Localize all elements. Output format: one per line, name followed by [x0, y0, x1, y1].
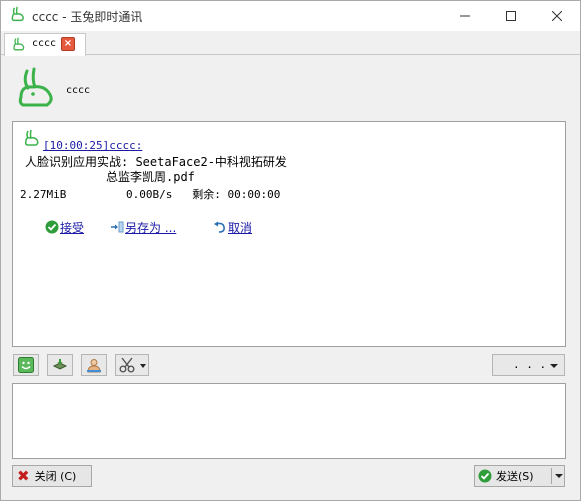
chevron-down-icon[interactable] — [555, 474, 563, 478]
rabbit-logo-icon — [13, 37, 25, 51]
contact-name: cccc — [66, 85, 91, 96]
tab-close-button[interactable]: × — [61, 37, 75, 51]
rabbit-logo-icon — [24, 129, 39, 146]
undo-icon — [214, 221, 225, 233]
maximize-icon — [506, 11, 516, 21]
scissors-icon — [119, 357, 135, 373]
send-image-button[interactable] — [81, 354, 107, 376]
message-input[interactable] — [12, 383, 566, 459]
maximize-button[interactable] — [488, 1, 534, 31]
smiley-icon — [18, 357, 34, 373]
file-name-line1: 人脸识别应用实战: SeetaFace2-中科视拓研发 — [25, 155, 287, 169]
window-title: cccc - 玉兔即时通讯 — [32, 10, 143, 24]
close-window-button[interactable] — [534, 1, 580, 31]
close-x-icon: ✖ — [17, 467, 30, 485]
message-history[interactable]: [10:00:25]cccc: 人脸识别应用实战: SeetaFace2-中科视… — [12, 121, 566, 347]
file-transfer-stats: 2.27MiB 0.00B/s 剩余: 00:00:00 — [20, 186, 280, 202]
chevron-down-icon — [550, 364, 558, 368]
rabbit-avatar-icon — [18, 67, 53, 107]
save-as-link[interactable]: 另存为 ... — [110, 217, 176, 237]
image-icon — [87, 359, 101, 373]
send-separator — [551, 468, 552, 484]
tab-strip: cccc × — [1, 31, 580, 56]
title-bar: cccc - 玉兔即时通讯 — [1, 1, 580, 31]
shake-window-icon — [52, 359, 68, 370]
close-icon — [552, 11, 562, 21]
transfer-speed: 0.00B/s — [125, 188, 173, 201]
send-button[interactable]: 发送(S) — [474, 465, 565, 487]
check-icon — [45, 220, 59, 234]
chat-window: cccc - 玉兔即时通讯 cccc × cccc [10:00:25]cccc… — [0, 0, 581, 501]
tab-cccc[interactable]: cccc × — [4, 33, 86, 56]
accept-label: 接受 — [60, 220, 85, 235]
file-name-line2: 总监李凯周.pdf — [106, 170, 195, 184]
close-button[interactable]: ✖ 关闭 (C) — [12, 465, 92, 487]
tab-label: cccc — [32, 38, 57, 49]
screenshot-button[interactable] — [115, 354, 149, 376]
file-size: 2.27MiB — [20, 188, 67, 201]
accept-link[interactable]: 接受 — [45, 217, 84, 237]
save-arrow-icon — [111, 221, 124, 233]
send-button-label: 发送(S) — [496, 470, 534, 483]
minimize-button[interactable] — [442, 1, 488, 31]
save-as-label: 另存为 ... — [125, 220, 177, 235]
file-name: 人脸识别应用实战: SeetaFace2-中科视拓研发 总监李凯周.pdf — [25, 155, 325, 185]
shake-window-button[interactable] — [47, 354, 73, 376]
cancel-link[interactable]: 取消 — [213, 217, 252, 237]
emoji-button[interactable] — [13, 354, 39, 376]
cancel-label: 取消 — [228, 220, 253, 235]
close-button-label: 关闭 (C) — [34, 470, 77, 483]
minimize-icon — [460, 15, 470, 17]
compose-toolbar: . . . — [12, 354, 568, 376]
message-header-link[interactable]: [10:00:25]cccc: — [43, 139, 142, 152]
more-options-dropdown[interactable]: . . . — [492, 354, 565, 376]
send-main[interactable]: 发送(S) — [475, 466, 551, 486]
time-remaining: 剩余: 00:00:00 — [192, 188, 281, 201]
check-icon — [478, 469, 492, 483]
more-options-label: . . . — [513, 358, 547, 371]
chevron-down-icon — [140, 364, 146, 368]
rabbit-logo-icon — [11, 6, 24, 22]
